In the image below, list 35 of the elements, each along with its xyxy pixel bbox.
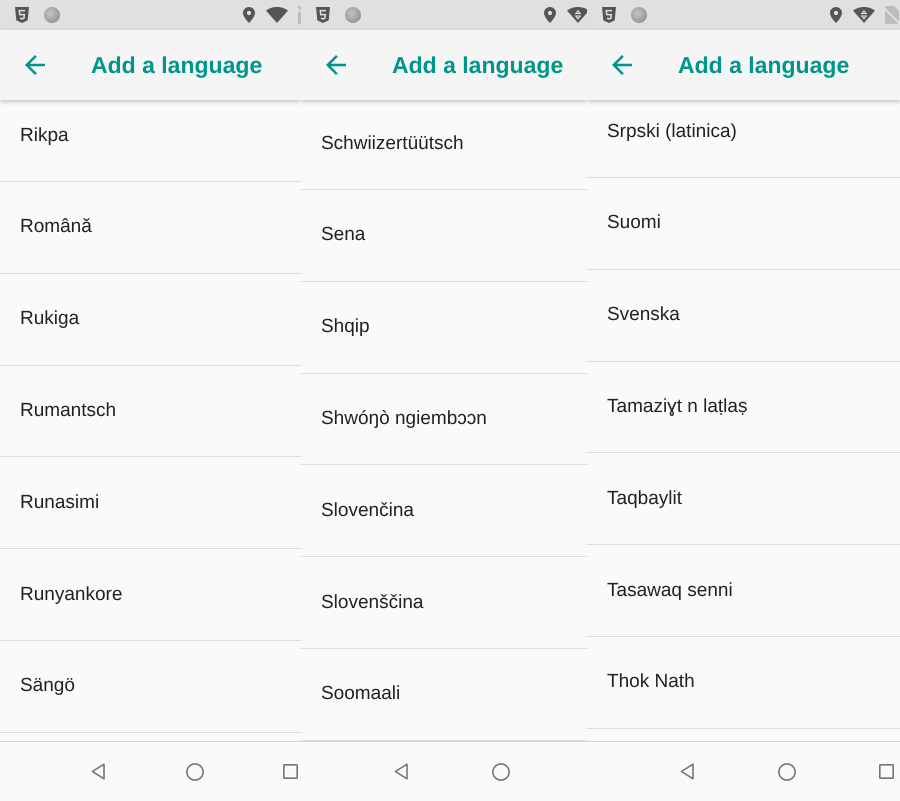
language-list-item[interactable]: Svenska [587,270,900,362]
language-list-item[interactable]: Tamaziɣt n laṭlaṣ [587,362,900,454]
square-icon [878,764,894,779]
shield-icon [15,7,29,23]
shield-icon [316,7,330,23]
home-circle-icon [778,762,796,780]
back-arrow-icon [326,55,346,75]
back-arrow-icon [612,55,632,75]
language-list-item[interactable]: Taqbaylit [587,453,900,546]
wifi-icon [266,7,288,23]
circle-icon [44,7,60,23]
back-button[interactable] [25,55,45,75]
back-triangle-icon [91,763,106,780]
language-list-item[interactable]: Thok Nath [587,636,900,729]
location-pin-icon [243,7,255,23]
screen-title: Add a language [392,52,564,78]
back-button[interactable] [326,55,346,75]
language-list-item[interactable]: Srpski (latinica) [587,100,900,178]
circle-icon [345,7,361,23]
language-list-item[interactable]: Tasawaq senni [587,545,900,637]
back-triangle-icon [680,763,694,780]
shield-icon [602,7,616,23]
location-pin-icon [544,7,556,23]
circle-icon [631,7,647,23]
square-icon [283,764,298,779]
wifi-icon [853,7,875,23]
language-list-item[interactable]: Suomi [587,178,900,270]
back-button[interactable] [612,55,632,75]
back-triangle-icon [394,763,408,780]
screen-title: Add a language [678,52,850,78]
home-circle-icon [492,762,510,780]
back-arrow-icon [25,55,45,75]
home-circle-icon [186,762,204,780]
screen-title: Add a language [91,52,262,78]
location-pin-icon [830,7,842,23]
